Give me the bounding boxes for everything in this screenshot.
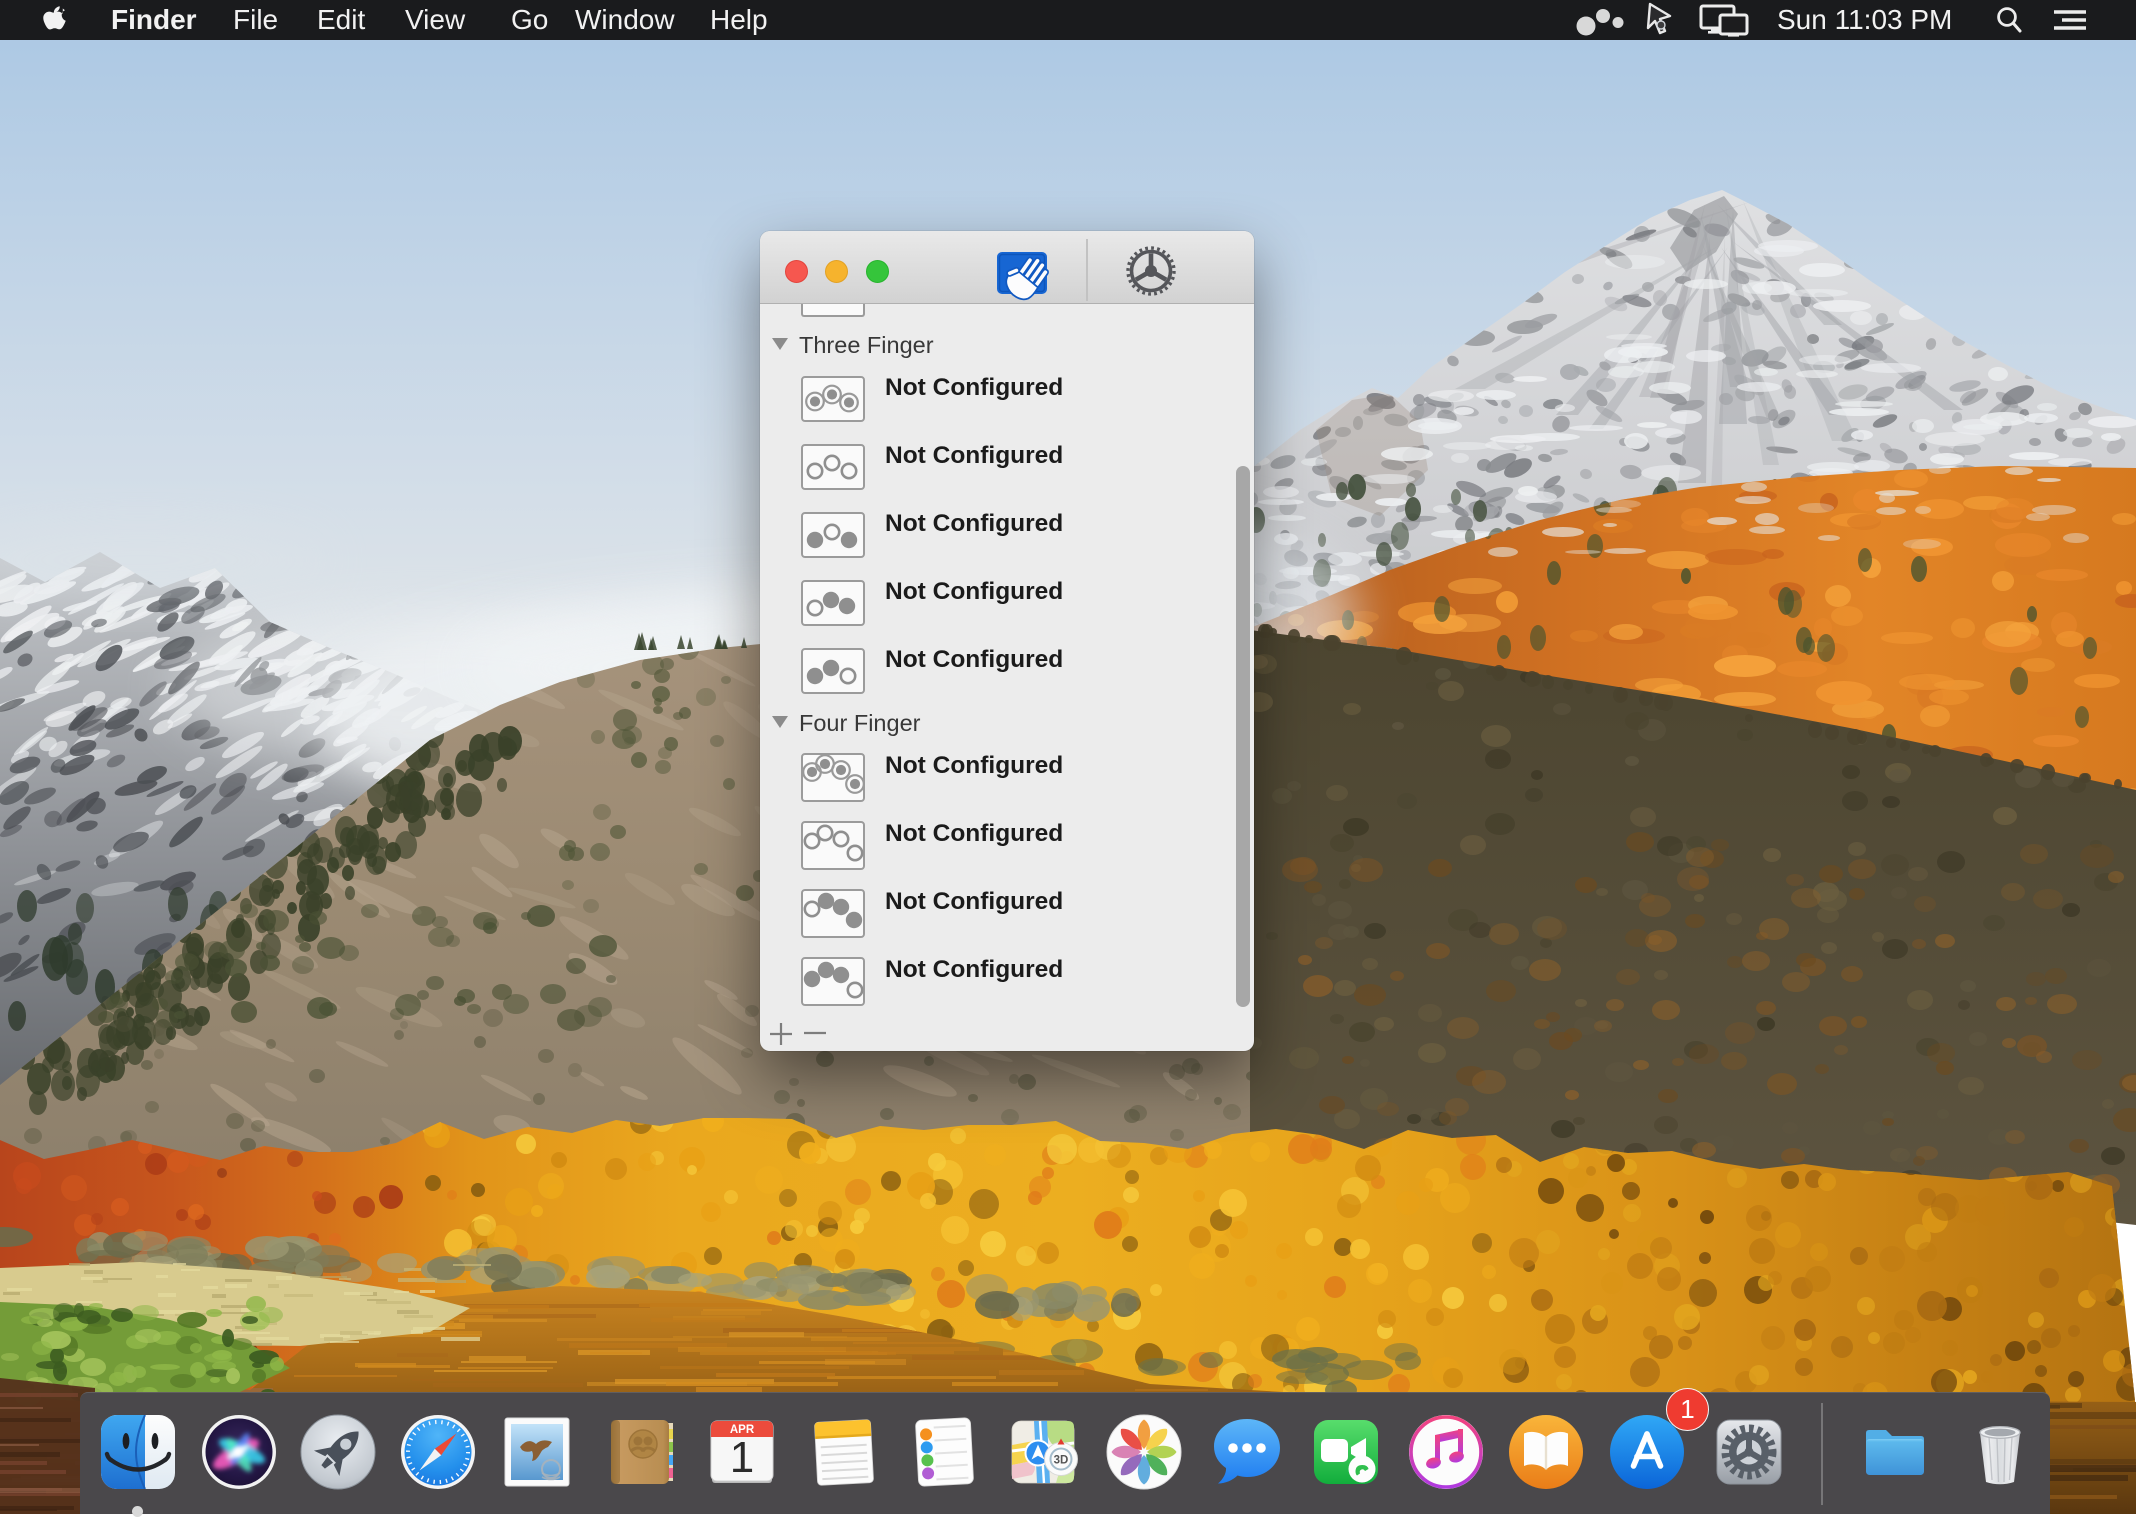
svg-text:1: 1 — [730, 1433, 754, 1482]
svg-text:3D: 3D — [1054, 1455, 1069, 1467]
